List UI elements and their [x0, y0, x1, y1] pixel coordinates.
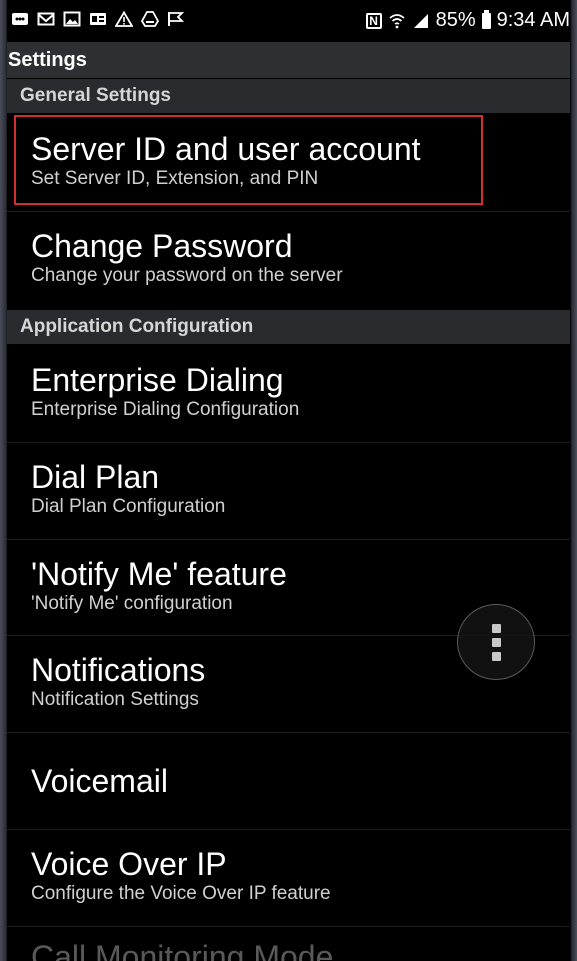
setting-title: Enterprise Dialing [31, 362, 284, 398]
page-title: Settings [7, 42, 570, 78]
battery-percent: 85% [435, 9, 476, 31]
setting-summary: Notification Settings [31, 689, 199, 710]
setting-item-voip[interactable]: Voice Over IP Configure the Voice Over I… [7, 830, 570, 926]
setting-title: Dial Plan [31, 459, 160, 495]
divider [7, 926, 570, 927]
setting-item-change-password[interactable]: Change Password Change your password on … [7, 212, 570, 308]
setting-title: Voicemail [31, 763, 168, 799]
more-options-button[interactable] [457, 604, 535, 680]
clock: 9:34 AM [496, 9, 570, 31]
setting-item-enterprise-dialing[interactable]: Enterprise Dialing Enterprise Dialing Co… [7, 346, 570, 442]
signal-icon [412, 12, 430, 29]
setting-summary: Enterprise Dialing Configuration [31, 399, 300, 420]
image-icon [63, 10, 81, 27]
setting-summary: Dial Plan Configuration [31, 496, 226, 517]
status-bar: N 85% 9:34 AM [7, 0, 570, 42]
nfc-icon: N [365, 12, 382, 29]
setting-title: Server ID and user account [31, 131, 421, 167]
wifi-icon [388, 12, 406, 29]
section-header-general: General Settings [7, 79, 570, 113]
email-icon [37, 10, 55, 27]
setting-item-voicemail[interactable]: Voicemail [7, 733, 570, 829]
drive-icon [141, 10, 159, 27]
setting-item-server-id[interactable]: Server ID and user account Set Server ID… [7, 115, 570, 211]
setting-title: Call Monitoring Mode [31, 939, 334, 961]
status-right: N 85% 9:34 AM [365, 9, 570, 32]
section-header-app-config: Application Configuration [7, 310, 570, 344]
flag-icon [167, 10, 185, 27]
battery-icon [481, 9, 491, 29]
warning-icon [115, 10, 133, 27]
device-frame: N 85% 9:34 AM Settings General Settings … [0, 0, 577, 961]
setting-title: 'Notify Me' feature [31, 556, 287, 592]
more-vert-icon [491, 623, 501, 661]
setting-title: Change Password [31, 228, 293, 264]
status-left-icons [11, 10, 185, 27]
setting-item-call-monitoring[interactable]: Call Monitoring Mode [7, 930, 570, 961]
card-icon [89, 10, 107, 27]
setting-title: Voice Over IP [31, 846, 227, 882]
setting-summary: Configure the Voice Over IP feature [31, 883, 331, 904]
setting-item-dial-plan[interactable]: Dial Plan Dial Plan Configuration [7, 443, 570, 539]
message-icon [11, 10, 29, 27]
setting-summary: Set Server ID, Extension, and PIN [31, 168, 319, 189]
screen: N 85% 9:34 AM Settings General Settings … [7, 0, 570, 961]
setting-summary: Change your password on the server [31, 265, 343, 286]
